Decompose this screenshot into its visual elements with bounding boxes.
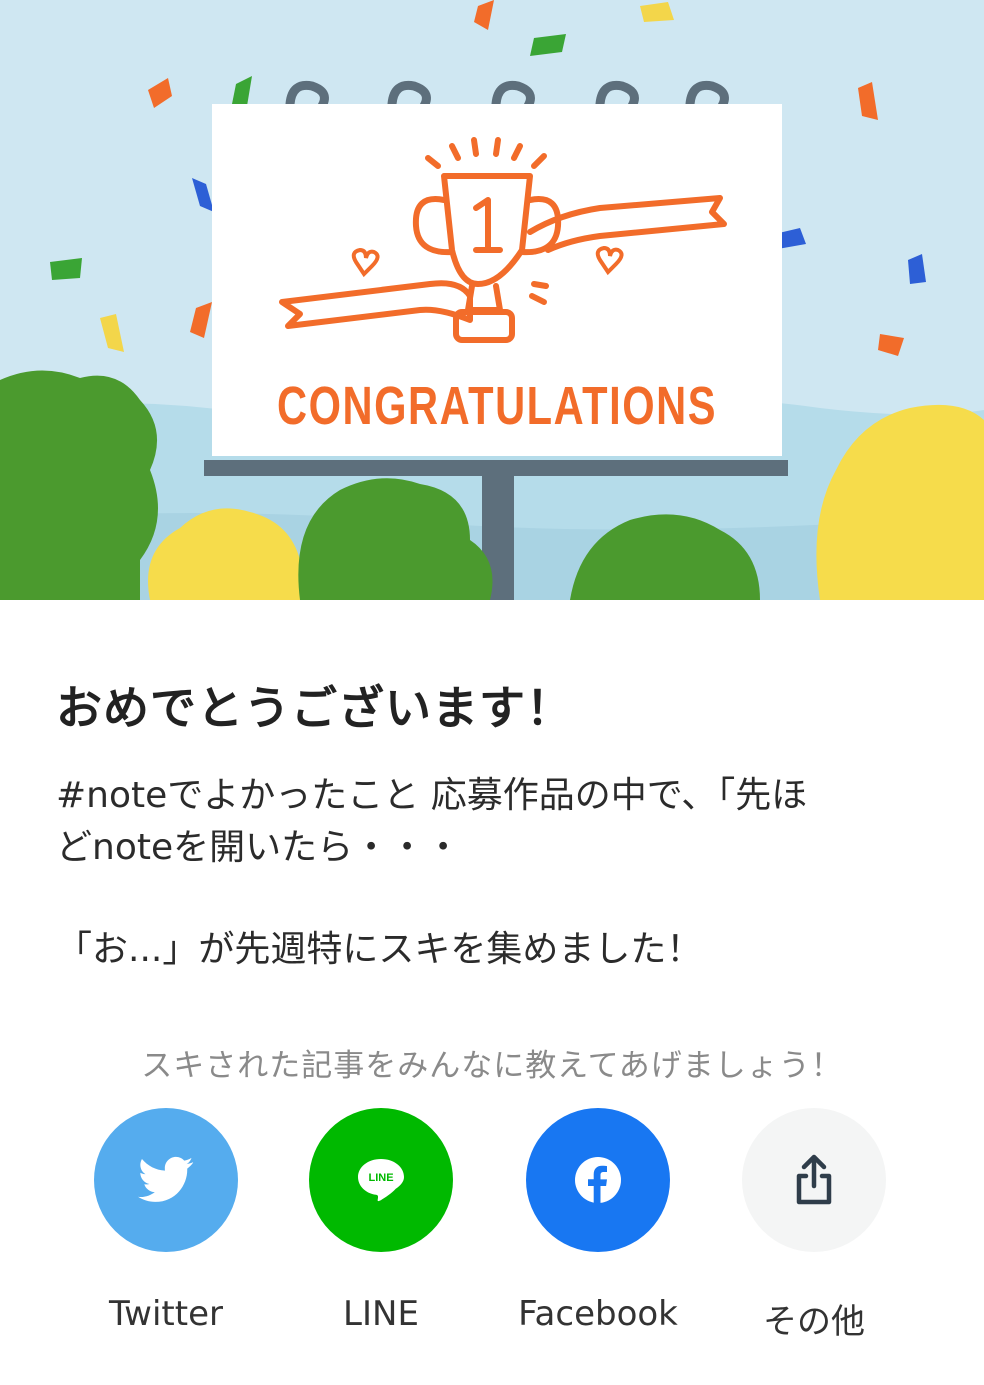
dialog-message: #noteでよかったこと 応募作品の中で、「先ほ どnoteを開いたら・・・ 「… [56,770,936,976]
dialog-title: おめでとうございます！ [56,681,573,735]
message-spacer [56,874,936,924]
share-prompt: スキされた記事をみんなに教えてあげましょう！ [141,1048,843,1084]
message-line: 「お...」が先週特にスキを集めました！ [56,929,703,970]
share-button-label: その他 [763,1302,865,1342]
other-share-circle[interactable] [742,1108,886,1252]
line-share-button[interactable]: LINE LINE [273,1108,489,1334]
line-icon: LINE [358,1159,404,1202]
facebook-icon [575,1157,621,1203]
twitter-share-button[interactable]: Twitter [58,1108,274,1334]
congratulations-dialog: CONGRATULATIONS 1 おめでとうございます！ #noteでよかった… [0,0,984,1385]
svg-text:LINE: LINE [368,1172,393,1184]
left-green-tree [0,370,158,600]
twitter-share-circle[interactable] [94,1108,238,1252]
congratulations-illustration: CONGRATULATIONS 1 [0,0,984,600]
billboard-base-bar [204,460,788,476]
facebook-share-circle[interactable] [526,1108,670,1252]
share-button-label: Twitter [109,1294,223,1334]
message-line: どnoteを開いたら・・・ [56,827,462,868]
twitter-bird-icon [138,1156,194,1202]
line-share-circle[interactable]: LINE [309,1108,453,1252]
billboard-congratulations-text: CONGRATULATIONS [277,376,717,436]
share-icon [796,1154,832,1205]
message-line: #noteでよかったこと 応募作品の中で、「先ほ [56,775,808,816]
other-share-button[interactable]: その他 [706,1108,922,1343]
facebook-share-button[interactable]: Facebook [490,1108,706,1334]
share-button-label: Facebook [518,1294,678,1334]
share-button-label: LINE [343,1294,419,1334]
